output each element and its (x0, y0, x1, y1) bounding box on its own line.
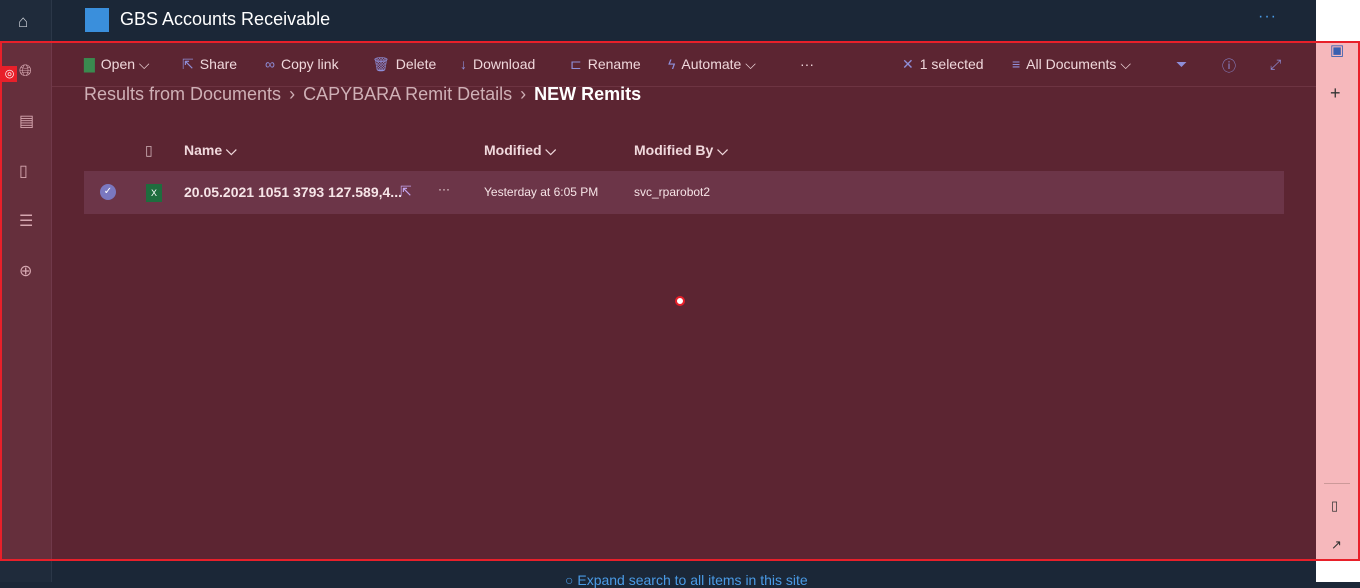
open-label: Open (100, 56, 136, 72)
list-icon[interactable]: ☰ (19, 211, 33, 231)
breadcrumb-item[interactable]: CAPYBARA Remit Details (303, 84, 512, 104)
automate-label: Automate (681, 56, 742, 72)
automate-icon: ϟ (668, 56, 676, 72)
filter-icon[interactable]: ⏷ (1176, 56, 1187, 73)
external-link-icon[interactable]: ↗ (1331, 537, 1342, 553)
breadcrumb-current: NEW Remits (534, 84, 642, 104)
more-options-button[interactable]: ··· (1258, 8, 1277, 26)
modified-cell: Yesterday at 6:05 PM (484, 185, 599, 199)
sidebar-panel: ▣ + ▯ ↗ (1316, 41, 1358, 559)
clear-selection-button[interactable]: ✕ 1 selected (902, 56, 984, 73)
rename-label: Rename (587, 56, 641, 72)
share-icon: ⇱ (182, 56, 194, 72)
add-icon[interactable]: ⊕ (19, 261, 32, 281)
copy-link-button[interactable]: ∞ Copy link (265, 56, 339, 72)
site-logo (85, 8, 109, 32)
automate-button[interactable]: ϟ Automate ⌵ (668, 56, 756, 73)
site-header: GBS Accounts Receivable ··· (0, 0, 1316, 41)
link-icon: ∞ (265, 56, 275, 72)
expand-search-link[interactable]: ○ Expand search to all items in this sit… (565, 572, 808, 588)
selected-count: 1 selected (919, 56, 984, 72)
view-selector[interactable]: ≡ All Documents ⌵ (1012, 56, 1131, 73)
excel-file-icon: X (146, 184, 162, 202)
download-label: Download (473, 56, 536, 72)
breadcrumb: Results from Documents › CAPYBARA Remit De… (84, 84, 642, 104)
trash-icon: 🗑︎ (372, 56, 390, 72)
news-icon[interactable]: ▤ (19, 111, 34, 131)
download-icon: ↓ (460, 56, 467, 72)
site-title[interactable]: GBS Accounts Receivable (120, 9, 330, 30)
panel-icon[interactable]: ▯ (1331, 498, 1338, 514)
more-commands-button[interactable]: ··· (800, 56, 814, 72)
target-icon: ◎ (2, 66, 17, 82)
breadcrumb-item[interactable]: Results from Documents (84, 84, 281, 104)
column-header-modified[interactable]: Modified ⌵ (484, 142, 556, 159)
share-button[interactable]: ⇱ Share (182, 56, 237, 73)
page-icon[interactable]: ▯ (19, 161, 28, 181)
view-label: All Documents (1026, 56, 1117, 72)
chevron-down-icon: ⌵ (1120, 56, 1131, 72)
cursor-marker (675, 296, 685, 306)
outlook-icon[interactable]: ▣ (1330, 41, 1344, 59)
expand-icon[interactable]: ⤢ (1270, 56, 1281, 73)
share-label: Share (199, 56, 238, 72)
globe-icon[interactable]: 🌐︎ (19, 63, 32, 81)
row-checkbox[interactable]: ✓ (100, 184, 116, 200)
delete-button[interactable]: 🗑︎ Delete (372, 56, 436, 73)
modified-by-header-label: Modified By (634, 142, 714, 158)
delete-label: Delete (395, 56, 437, 72)
file-name-link[interactable]: 20.05.2021 1051 3793 127.589,4... (184, 184, 402, 200)
column-header-modified-by[interactable]: Modified By ⌵ (634, 142, 728, 159)
chevron-down-icon: ⌵ (745, 56, 756, 72)
view-icon: ≡ (1012, 56, 1021, 72)
table-row[interactable]: ✓ X 20.05.2021 1051 3793 127.589,4... ⇱ … (84, 171, 1284, 214)
left-nav: 🌐︎ ▤ ▯ ☰ ⊕ (2, 43, 52, 559)
expand-search-label: Expand search to all items in this site (577, 572, 808, 588)
modified-header-label: Modified (484, 142, 542, 158)
modified-by-cell[interactable]: svc_rparobot2 (634, 185, 710, 199)
chevron-down-icon: ⌵ (138, 56, 150, 72)
file-type-icon: ▯ (145, 142, 153, 158)
copy-link-label: Copy link (280, 56, 339, 72)
command-bar: ▇ Open ⌵ ⇱ Share ∞ Copy link 🗑︎ Delete ↓ Down… (52, 43, 1316, 87)
excel-icon: ▇ (84, 56, 95, 72)
rename-button[interactable]: ⊏ Rename (570, 56, 641, 73)
more-actions-button[interactable]: ··· (438, 182, 450, 196)
rename-icon: ⊏ (570, 56, 582, 72)
home-icon[interactable]: ⌂ (18, 12, 28, 32)
close-icon: ✕ (902, 56, 914, 72)
open-button[interactable]: ▇ Open ⌵ (84, 56, 150, 73)
divider (1324, 483, 1350, 484)
column-header-name[interactable]: Name ⌵ (184, 142, 237, 159)
download-button[interactable]: ↓ Download (460, 56, 535, 72)
name-header-label: Name (184, 142, 223, 158)
share-icon[interactable]: ⇱ (400, 183, 412, 200)
info-icon[interactable]: ⓘ (1222, 56, 1236, 76)
plus-icon[interactable]: + (1330, 83, 1341, 104)
